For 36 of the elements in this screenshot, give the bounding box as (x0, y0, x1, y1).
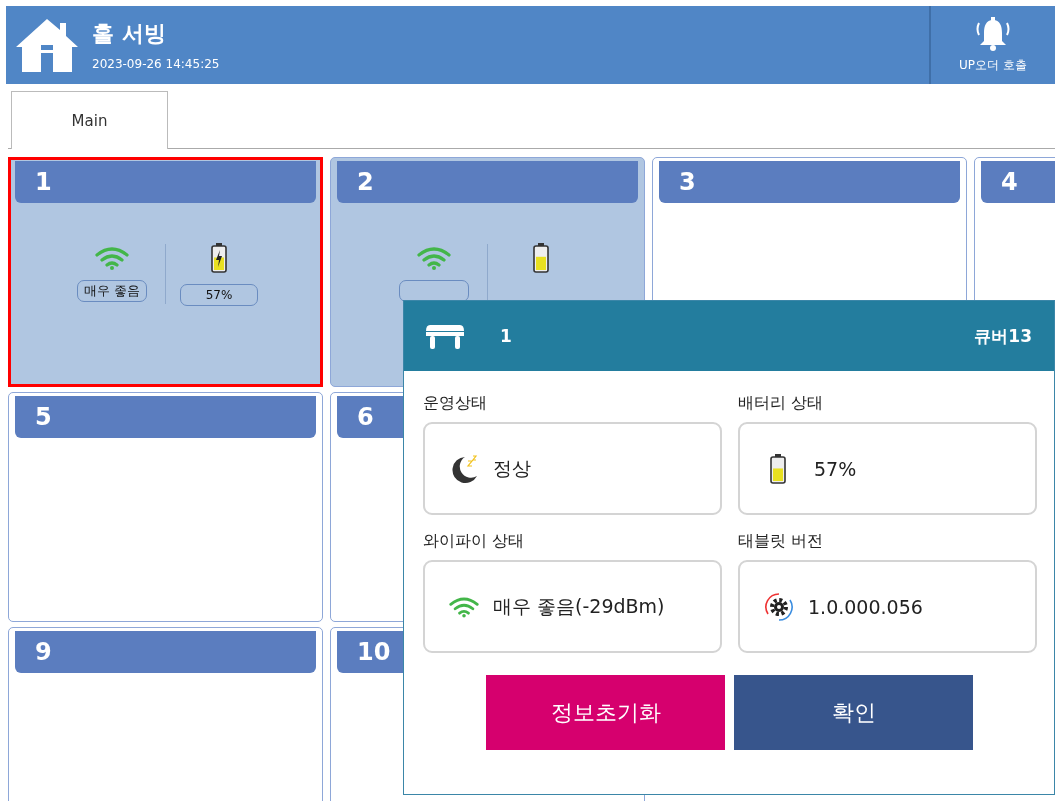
device-name: 큐버13 (974, 324, 1032, 348)
table-number: 1 (500, 326, 512, 346)
table-card[interactable]: 9 (8, 627, 323, 801)
wifi-status-label: 매우 좋음 (77, 280, 147, 302)
wifi-icon (417, 246, 451, 270)
main-tab[interactable]: Main (11, 91, 168, 149)
field-label: 와이파이 상태 (423, 531, 526, 552)
table-number: 6 (357, 403, 374, 431)
field-label: 운영상태 (423, 393, 488, 414)
battery-percent-label: 57% (180, 284, 258, 306)
field-value: 1.0.000.056 (808, 595, 923, 618)
field-value: 57% (814, 457, 857, 480)
home-icon[interactable] (14, 17, 80, 73)
field-value: 정상 (493, 455, 531, 481)
app-title: 홀 서빙 (92, 20, 167, 48)
table-number: 2 (357, 168, 374, 196)
table-number: 1 (35, 168, 52, 196)
table-number: 3 (679, 168, 696, 196)
confirm-button[interactable]: 확인 (734, 675, 973, 750)
moon-icon (449, 453, 479, 484)
field-value: 매우 좋음(-29dBm) (493, 593, 665, 619)
field-label: 배터리 상태 (738, 393, 825, 414)
order-call-button[interactable]: UP오더 호출 (929, 6, 1055, 84)
table-number: 4 (1001, 168, 1018, 196)
table-number: 9 (35, 638, 52, 666)
table-card[interactable]: 5 (8, 392, 323, 622)
table-number: 5 (35, 403, 52, 431)
table-card[interactable]: 1 매우 좋음 57% (8, 157, 323, 387)
datetime: 2023-09-26 14:45:25 (92, 57, 220, 71)
table-icon (426, 323, 464, 349)
reset-info-button[interactable]: 정보초기화 (486, 675, 725, 750)
wifi-icon (95, 246, 129, 270)
battery-icon (770, 453, 786, 484)
table-number: 10 (357, 638, 391, 666)
field-label: 태블릿 버전 (738, 531, 825, 552)
update-gear-icon (764, 591, 794, 622)
